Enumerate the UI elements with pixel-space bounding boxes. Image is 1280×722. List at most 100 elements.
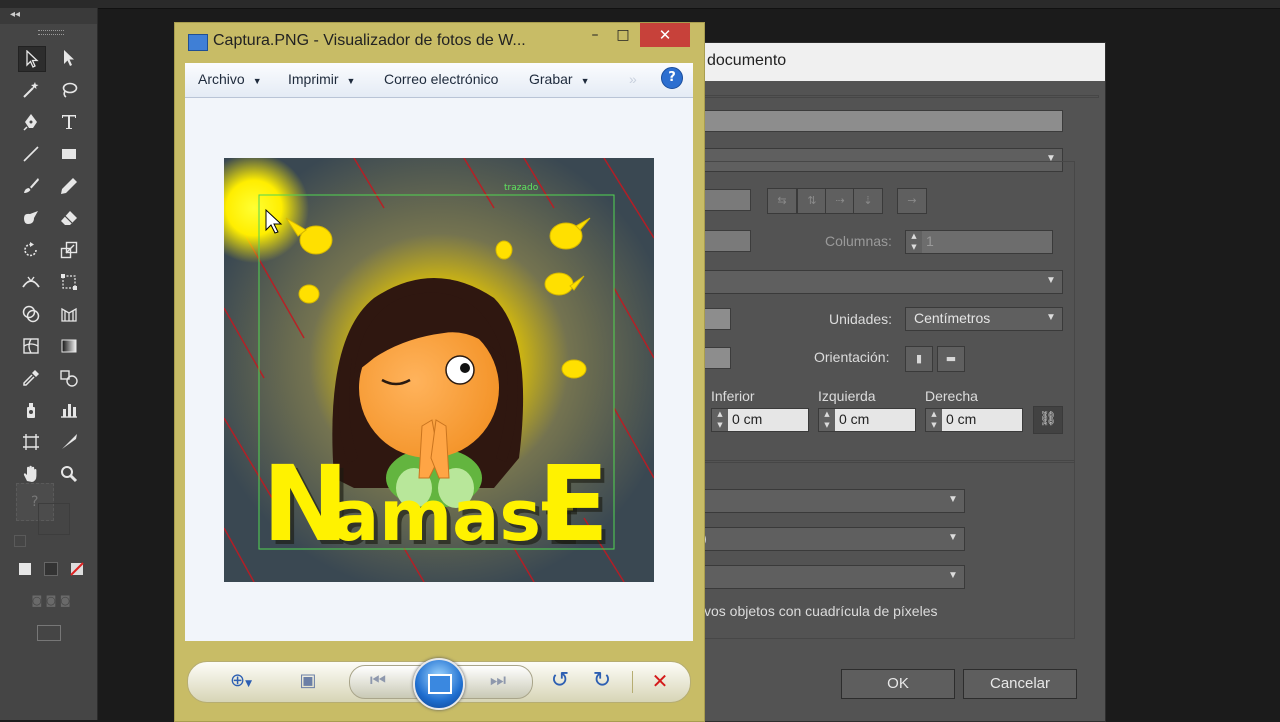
previous-button[interactable]: ⏮ xyxy=(363,666,393,696)
scale-tool[interactable] xyxy=(56,238,82,262)
bleed-bottom-stepper[interactable]: ▲ ▼ 0 cm xyxy=(711,408,809,432)
columns-stepper[interactable]: ▲ ▼ 1 xyxy=(905,230,1053,254)
link-bleed-button[interactable]: ⛓ xyxy=(1033,406,1063,434)
line-tool[interactable] xyxy=(18,142,44,166)
menu-grabar-label: Grabar xyxy=(529,71,573,87)
eraser-tool[interactable] xyxy=(56,206,82,230)
stepper-arrows-icon[interactable]: ▲ ▼ xyxy=(926,409,942,431)
eyedropper-tool[interactable] xyxy=(18,366,44,390)
zoom-button[interactable]: ⊕▼ xyxy=(221,666,261,699)
next-button[interactable]: ⏭ xyxy=(483,666,513,696)
bleed-left-stepper[interactable]: ▲ ▼ 0 cm xyxy=(818,408,916,432)
height-field[interactable] xyxy=(701,347,731,369)
column-graph-icon xyxy=(61,404,77,418)
displayed-image[interactable]: N N amast amast E E trazado xyxy=(224,158,654,582)
pen-tool[interactable] xyxy=(18,110,44,134)
shape-builder-icon xyxy=(22,305,40,323)
paintbrush-tool[interactable] xyxy=(18,174,44,198)
units-select[interactable]: Centímetros ▼ xyxy=(905,307,1063,331)
tools-panel-header[interactable]: ◂◂ xyxy=(0,8,97,24)
direct-selection-tool[interactable] xyxy=(56,46,82,70)
panel-grip[interactable] xyxy=(38,30,64,35)
panel-collapse-icon[interactable]: ◂◂ xyxy=(10,9,20,20)
arrange-column-button[interactable]: ⇣ xyxy=(853,188,883,214)
dialog-titlebar[interactable]: documento xyxy=(701,43,1105,81)
mesh-tool[interactable] xyxy=(18,334,44,358)
slideshow-button[interactable] xyxy=(413,658,465,710)
size-select[interactable]: ▼ xyxy=(701,270,1063,294)
symbol-sprayer-tool[interactable] xyxy=(18,398,44,422)
rotate-counterclockwise-button[interactable]: ↺ xyxy=(545,666,575,696)
stepper-arrows-icon[interactable]: ▲ ▼ xyxy=(819,409,835,431)
blend-tool[interactable] xyxy=(56,366,82,390)
menu-overflow[interactable]: » xyxy=(629,71,637,87)
stepper-arrows-icon[interactable]: ▲ ▼ xyxy=(712,409,728,431)
bleed-left-label: Izquierda xyxy=(818,388,876,404)
close-button[interactable]: ✕ xyxy=(640,23,690,47)
gradient-tool[interactable] xyxy=(56,334,82,358)
artboards-count-field[interactable] xyxy=(701,189,751,211)
cancel-button[interactable]: Cancelar xyxy=(963,669,1077,699)
perspective-grid-tool[interactable] xyxy=(56,302,82,326)
document-setup-dialog: documento ▼ ⇆ ⇅ ⇢ ⇣ → Columnas: ▲ ▼ 1 ▼ U… xyxy=(699,42,1106,722)
artboard-tool[interactable] xyxy=(18,430,44,454)
bleed-right-stepper[interactable]: ▲ ▼ 0 cm xyxy=(925,408,1023,432)
blob-brush-tool[interactable] xyxy=(18,206,44,230)
raster-effects-select[interactable]: ) ▼ xyxy=(701,527,965,551)
drawing-modes[interactable]: ◙ ◙ ◙ xyxy=(16,590,86,610)
menu-archivo[interactable]: Archivo ▼ xyxy=(198,71,262,87)
shape-builder-tool[interactable] xyxy=(18,302,44,326)
maximize-button[interactable]: □ xyxy=(609,23,637,47)
width-tool[interactable] xyxy=(18,270,44,294)
preview-mode-select[interactable]: ▼ xyxy=(701,565,965,589)
chevron-down-icon: ▼ xyxy=(948,532,958,543)
lasso-tool[interactable] xyxy=(56,78,82,102)
width-field[interactable] xyxy=(701,308,731,330)
stepper-arrows-icon[interactable]: ▲ ▼ xyxy=(906,231,922,253)
slice-icon xyxy=(62,434,77,449)
stroke-swatch[interactable] xyxy=(38,503,70,535)
pixel-grid-checkbox-label[interactable]: vos objetos con cuadrícula de píxeles xyxy=(704,603,937,619)
menu-correo[interactable]: Correo electrónico xyxy=(384,71,498,87)
free-transform-tool[interactable] xyxy=(56,270,82,294)
zoom-tool[interactable] xyxy=(56,462,82,486)
direct-arrow-icon xyxy=(64,50,74,66)
portrait-orientation-button[interactable]: ▮ xyxy=(905,346,933,372)
selection-tool[interactable] xyxy=(18,46,46,72)
rotate-ccw-icon: ↺ xyxy=(550,668,570,693)
arrange-grid-row-button[interactable]: ⇆ xyxy=(767,188,797,214)
divider xyxy=(699,95,1099,98)
spacing-field[interactable] xyxy=(701,230,751,252)
rotate-clockwise-button[interactable]: ↻ xyxy=(587,666,617,696)
svg-text:E: E xyxy=(538,443,609,565)
actual-size-button[interactable]: ▣ xyxy=(293,666,323,696)
magic-wand-tool[interactable] xyxy=(18,78,44,102)
gradient-mode-button[interactable] xyxy=(40,558,62,580)
menu-imprimir[interactable]: Imprimir ▼ xyxy=(288,71,355,87)
rtl-layout-button[interactable]: → xyxy=(897,188,927,214)
help-icon[interactable]: ? xyxy=(661,67,683,89)
type-tool[interactable] xyxy=(56,110,82,134)
menu-grabar[interactable]: Grabar ▼ xyxy=(529,71,590,87)
fit-window-icon: ▣ xyxy=(299,670,317,691)
delete-button[interactable]: ✕ xyxy=(645,666,675,696)
none-mode-button[interactable] xyxy=(66,558,88,580)
minimize-button[interactable]: – xyxy=(581,23,609,47)
arrange-grid-col-button[interactable]: ⇅ xyxy=(797,188,827,214)
rotate-tool[interactable] xyxy=(18,238,44,262)
default-colors-icon[interactable] xyxy=(14,535,26,547)
name-field[interactable] xyxy=(701,110,1063,132)
arrange-row-button[interactable]: ⇢ xyxy=(825,188,855,214)
gradient-swatch-icon xyxy=(44,562,58,576)
tools-panel: ◂◂ ? ◙ ◙ ◙ xyxy=(0,8,98,720)
color-mode-select[interactable]: ▼ xyxy=(701,489,965,513)
ok-button[interactable]: OK xyxy=(841,669,955,699)
color-mode-button[interactable] xyxy=(14,558,36,580)
column-graph-tool[interactable] xyxy=(56,398,82,422)
landscape-orientation-button[interactable]: ▬ xyxy=(937,346,965,372)
slice-tool[interactable] xyxy=(56,430,82,454)
rectangle-tool[interactable] xyxy=(56,142,82,166)
pencil-tool[interactable] xyxy=(56,174,82,198)
screen-mode-button[interactable] xyxy=(34,622,64,644)
line-segment-icon xyxy=(23,146,39,162)
